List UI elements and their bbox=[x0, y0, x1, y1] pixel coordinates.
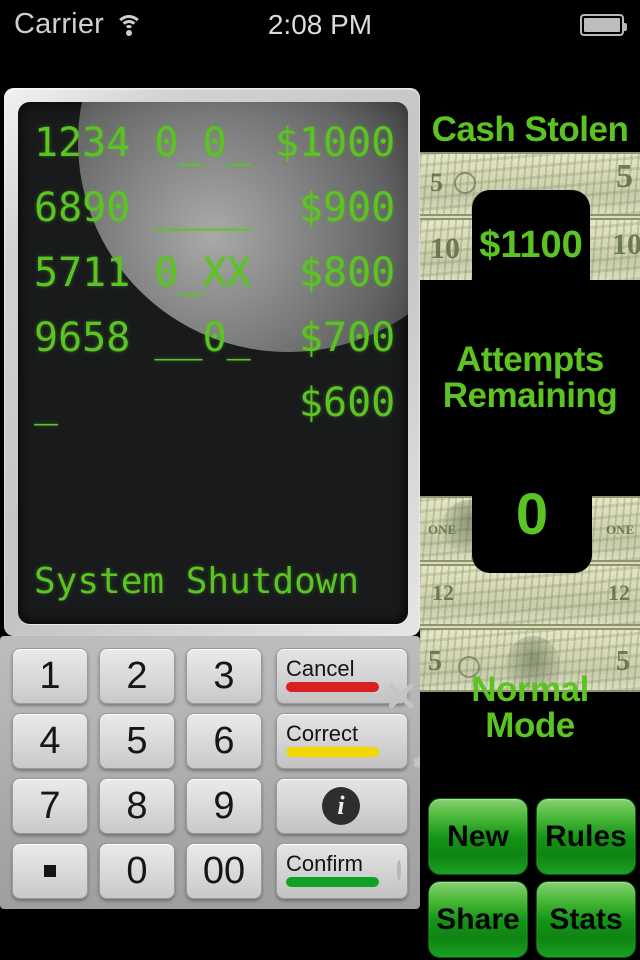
key-6[interactable]: 6 bbox=[186, 713, 262, 769]
key-0[interactable]: 0 bbox=[99, 843, 175, 899]
stats-button[interactable]: Stats bbox=[536, 881, 636, 958]
numeric-keys: 1 2 3 4 5 6 7 8 9 0 00 bbox=[12, 648, 262, 899]
clock-label: 2:08 PM bbox=[267, 9, 373, 40]
battery-icon bbox=[580, 14, 627, 36]
key-dot[interactable] bbox=[12, 843, 88, 899]
attempts-remaining-title: Attempts Remaining bbox=[420, 340, 640, 416]
key-8[interactable]: 8 bbox=[99, 778, 175, 834]
cancel-label: Cancel bbox=[286, 656, 355, 681]
dot-icon bbox=[44, 865, 56, 877]
key-9[interactable]: 9 bbox=[186, 778, 262, 834]
guess-history-line-2: 6890 ____ $900 bbox=[34, 185, 396, 231]
circle-icon bbox=[397, 860, 401, 881]
game-action-buttons: New Rules Share Stats bbox=[428, 798, 636, 958]
info-icon: i bbox=[322, 787, 360, 825]
confirm-label: Confirm bbox=[286, 851, 364, 876]
guess-history-line-3: 5711 0_XX $800 bbox=[34, 250, 396, 296]
rules-button[interactable]: Rules bbox=[536, 798, 636, 875]
correct-button[interactable]: Correct bbox=[276, 713, 408, 769]
atm-display-unit: 1234 0_0_ $1000 6890 ____ $900 5711 0_XX… bbox=[4, 88, 420, 636]
attempts-title-line-2: Remaining bbox=[442, 376, 618, 416]
correct-color-bar bbox=[286, 747, 379, 757]
guess-history-line-1: 1234 0_0_ $1000 bbox=[34, 120, 396, 166]
cash-stolen-value: $1100 bbox=[472, 190, 590, 300]
cash-stolen-title: Cash Stolen bbox=[431, 110, 629, 149]
function-keys: Cancel Correct i Confirm bbox=[276, 648, 408, 899]
status-bar: Carrier 2:08 PM bbox=[0, 0, 640, 52]
info-button[interactable]: i bbox=[276, 778, 408, 834]
key-5[interactable]: 5 bbox=[99, 713, 175, 769]
cancel-button[interactable]: Cancel bbox=[276, 648, 408, 704]
key-4[interactable]: 4 bbox=[12, 713, 88, 769]
game-mode-title: Normal Mode bbox=[420, 670, 640, 746]
guess-entry-line: _ $600 bbox=[34, 380, 396, 426]
mode-title-line-1: Normal bbox=[471, 670, 589, 709]
confirm-color-bar bbox=[286, 877, 379, 887]
key-2[interactable]: 2 bbox=[99, 648, 175, 704]
key-00[interactable]: 00 bbox=[186, 843, 262, 899]
mode-title-line-2: Mode bbox=[485, 706, 575, 746]
key-1[interactable]: 1 bbox=[12, 648, 88, 704]
app-root: Carrier 2:08 PM 1234 0_0_ $1000 6890 ___… bbox=[0, 0, 640, 960]
guess-history-line-4: 9658 __0_ $700 bbox=[34, 315, 396, 361]
new-game-button[interactable]: New bbox=[428, 798, 528, 875]
atm-screen: 1234 0_0_ $1000 6890 ____ $900 5711 0_XX… bbox=[18, 102, 408, 624]
key-7[interactable]: 7 bbox=[12, 778, 88, 834]
confirm-button[interactable]: Confirm bbox=[276, 843, 408, 899]
share-button[interactable]: Share bbox=[428, 881, 528, 958]
atm-keypad: 1 2 3 4 5 6 7 8 9 0 00 Cancel Correct i … bbox=[0, 636, 420, 909]
key-3[interactable]: 3 bbox=[186, 648, 262, 704]
correct-label: Correct bbox=[286, 721, 359, 746]
attempts-remaining-value: 0 bbox=[472, 455, 592, 573]
cancel-color-bar bbox=[286, 682, 379, 692]
screen-status-message: System Shutdown bbox=[34, 561, 360, 602]
attempts-title-line-1: Attempts bbox=[456, 340, 604, 379]
